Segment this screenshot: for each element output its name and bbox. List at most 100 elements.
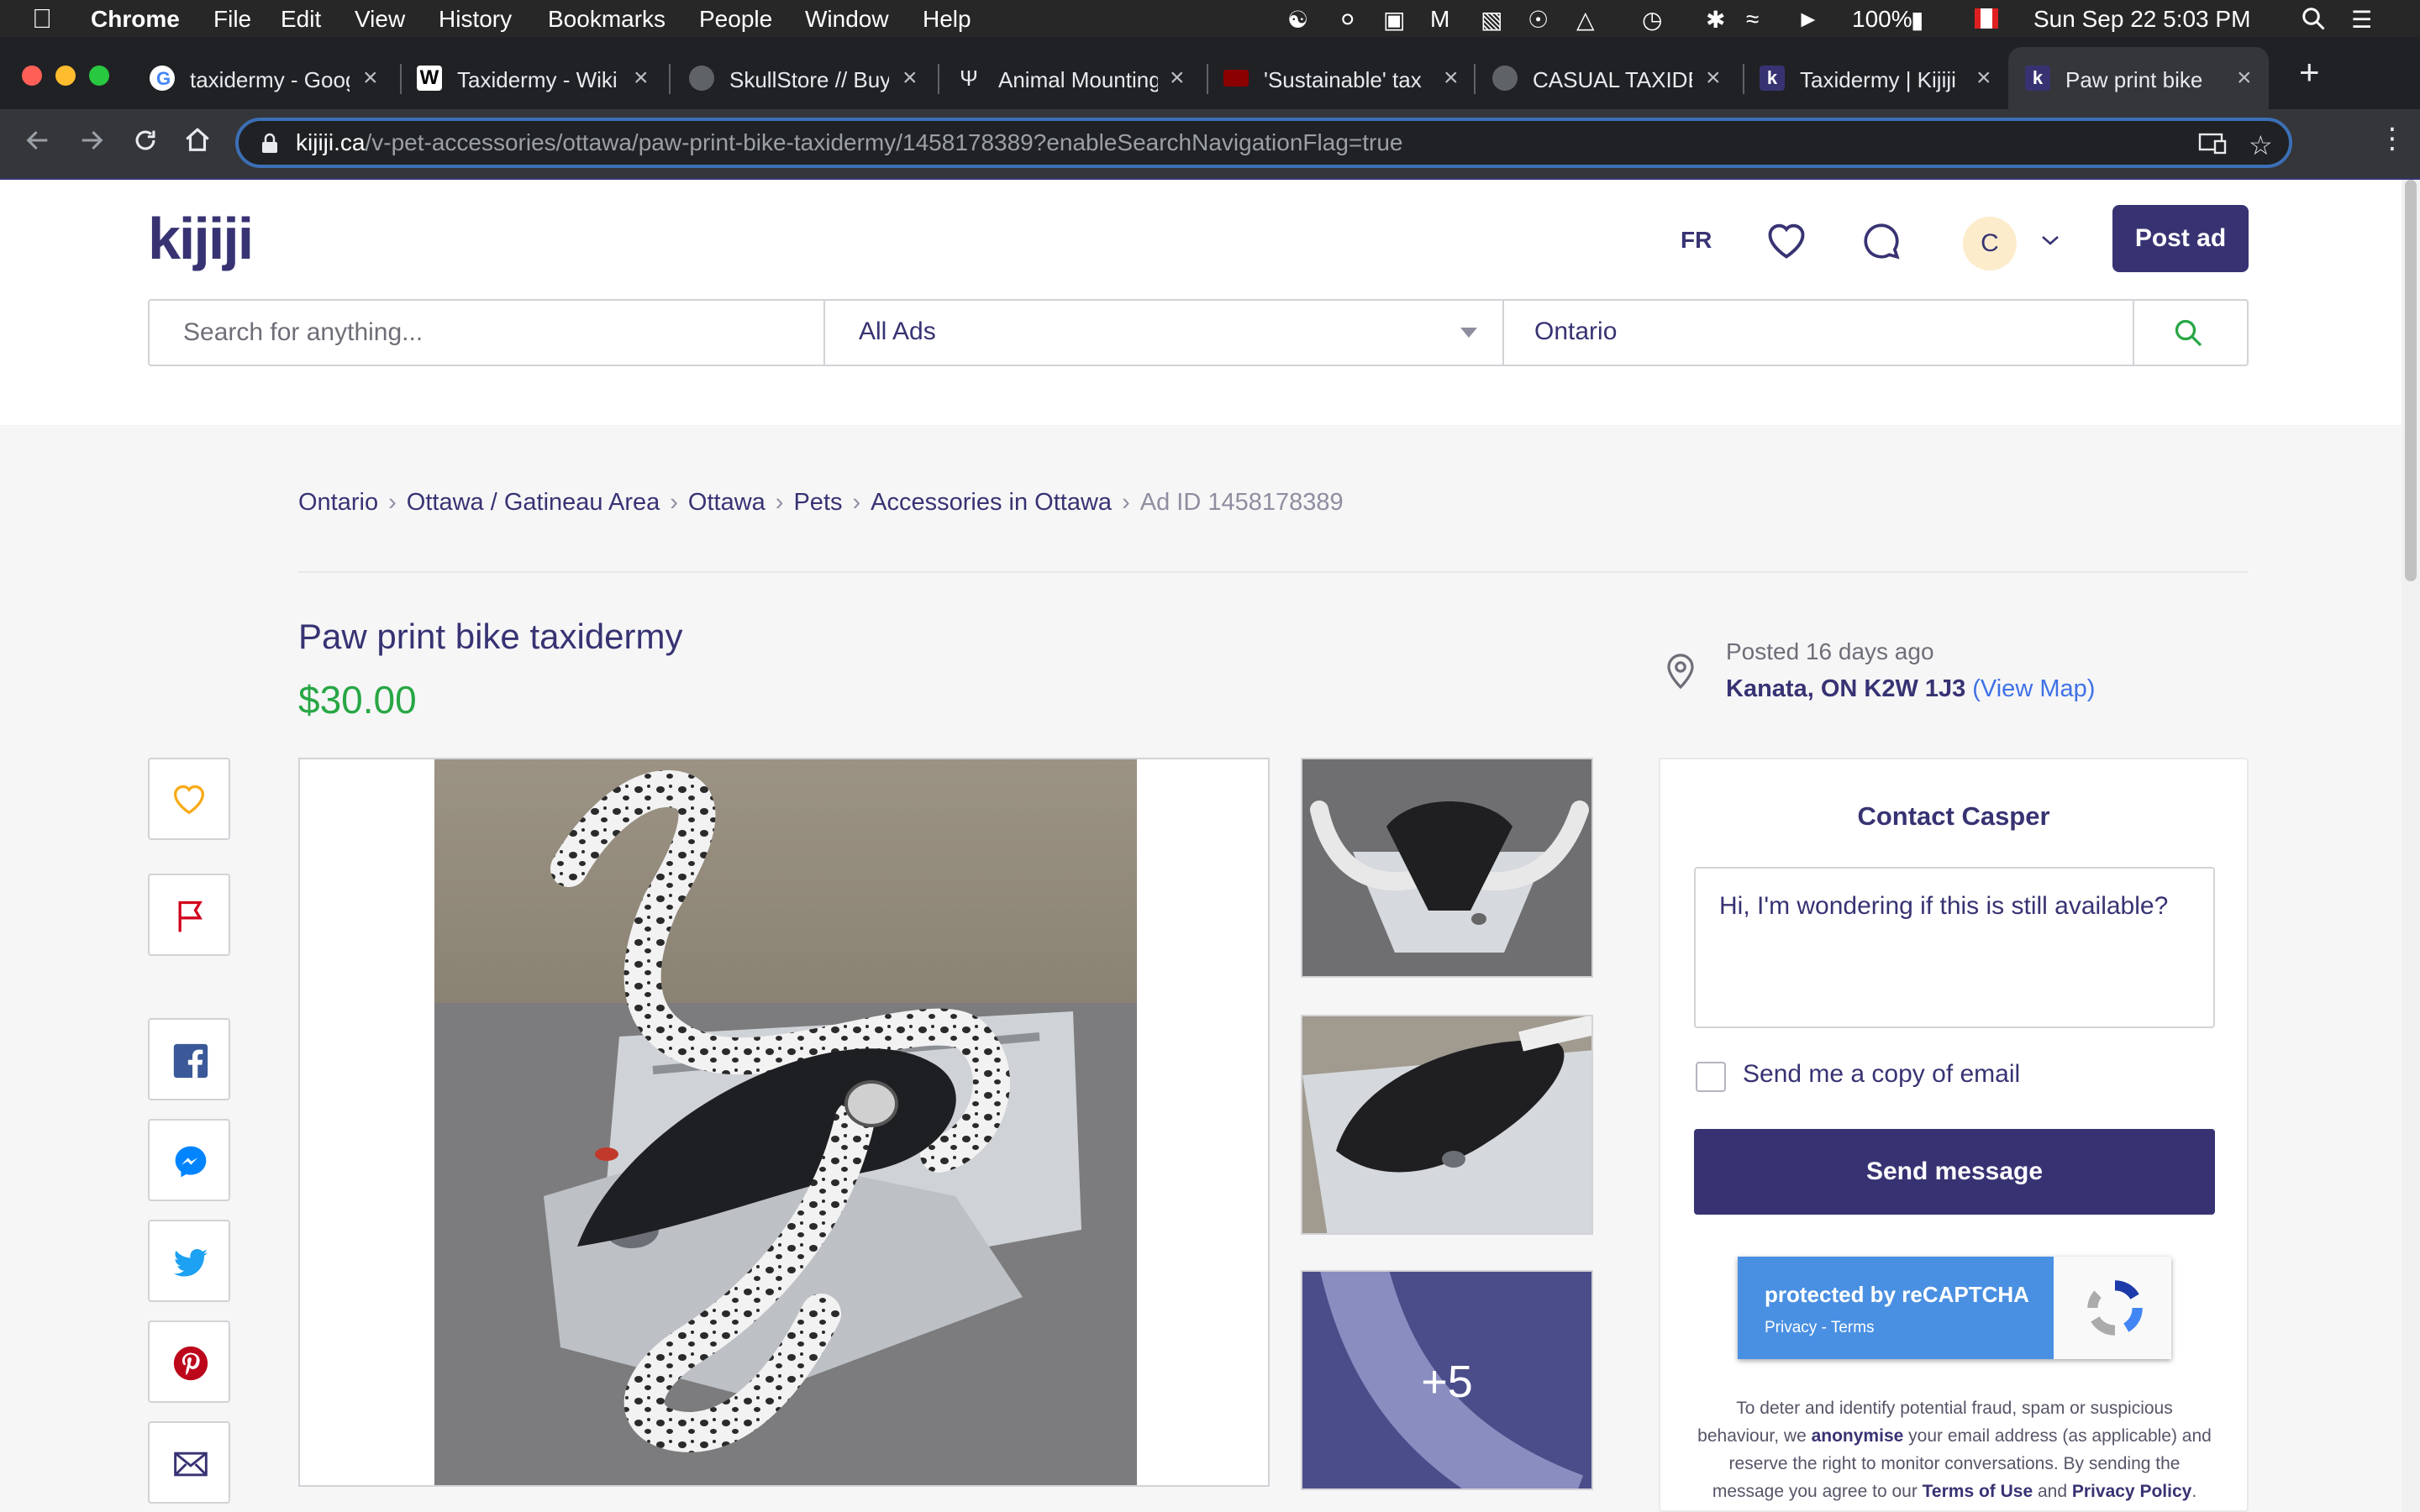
browser-tab[interactable]: CASUAL TAXIDE × — [1492, 47, 1741, 109]
tab-close-icon[interactable]: × — [1706, 64, 1721, 92]
breadcrumb: Ontario › Ottawa / Gatineau Area › Ottawa › Pe… — [298, 489, 1344, 517]
photo-thumbnail[interactable] — [1301, 1015, 1593, 1235]
lock-icon[interactable] — [260, 133, 279, 155]
airplay-icon[interactable]: △ — [1576, 6, 1595, 34]
menu-file[interactable]: File — [213, 6, 251, 33]
copy-email-label[interactable]: Send me a copy of email — [1743, 1060, 2020, 1089]
creative-cloud-icon[interactable]: ☯ — [1287, 6, 1308, 34]
share-messenger-button[interactable] — [148, 1119, 230, 1201]
menu-edit[interactable]: Edit — [281, 6, 321, 33]
copy-email-checkbox[interactable] — [1696, 1062, 1726, 1092]
display-icon[interactable]: ▣ — [1383, 6, 1405, 34]
breadcrumb-item[interactable]: Accessories in Ottawa — [871, 489, 1112, 516]
cast-icon[interactable] — [2198, 133, 2227, 155]
language-toggle[interactable]: FR — [1681, 227, 1712, 254]
post-ad-button[interactable]: Post ad — [2112, 205, 2249, 272]
tab-close-icon[interactable]: × — [1444, 64, 1459, 92]
address-bar[interactable]: kijiji.ca/v-pet-accessories/ottawa/paw-p… — [235, 118, 2292, 168]
globe-icon — [1492, 66, 1518, 91]
menu-people[interactable]: People — [699, 6, 772, 33]
recaptcha-label: protected by reCAPTCHA — [1765, 1282, 2029, 1307]
tab-close-icon[interactable]: × — [634, 64, 649, 92]
recaptcha-links[interactable]: Privacy - Terms — [1765, 1319, 1875, 1337]
message-textarea[interactable]: Hi, I'm wondering if this is still avail… — [1694, 867, 2215, 1028]
new-tab-icon[interactable]: + — [2299, 52, 2320, 114]
reload-icon[interactable] — [131, 126, 160, 155]
user-avatar[interactable]: C — [1963, 217, 2017, 270]
menu-window[interactable]: Window — [805, 6, 889, 33]
canada-flag-icon[interactable] — [1975, 8, 1998, 29]
accessibility-icon[interactable]: ☉ — [1528, 6, 1549, 34]
malwarebytes-icon[interactable]: M — [1430, 6, 1449, 33]
share-email-button[interactable] — [148, 1421, 230, 1504]
messages-chat-icon[interactable] — [1860, 220, 1902, 262]
time-machine-icon[interactable]: ◷ — [1642, 6, 1662, 34]
view-map-link[interactable]: (View Map) — [1972, 675, 2095, 702]
menu-bookmarks[interactable]: Bookmarks — [548, 6, 666, 33]
main-photo-frame[interactable] — [298, 758, 1270, 1487]
pdf-icon[interactable]: ▧ — [1481, 6, 1502, 34]
browser-tab-active[interactable]: k Paw print bike ta × — [2008, 47, 2269, 109]
menubar-clock[interactable]: Sun Sep 22 5:03 PM — [2033, 6, 2250, 33]
home-icon[interactable] — [183, 126, 212, 155]
main-photo[interactable] — [434, 759, 1137, 1485]
recaptcha-logo-icon — [2081, 1273, 2149, 1342]
scrollbar-thumb[interactable] — [2405, 180, 2417, 581]
search-icon[interactable] — [2173, 318, 2203, 348]
notification-center-icon[interactable]: ☰ — [2351, 6, 2372, 34]
terms-of-use-link[interactable]: Terms of Use — [1923, 1482, 2033, 1501]
forward-icon[interactable] — [77, 126, 106, 155]
kijiji-icon: k — [1760, 66, 1785, 91]
send-message-button[interactable]: Send message — [1694, 1129, 2215, 1215]
save-favourite-button[interactable] — [148, 758, 230, 840]
menu-history[interactable]: History — [439, 6, 512, 33]
wifi-icon[interactable]: ≈ — [1746, 6, 1759, 33]
battery-icon[interactable]: ▮ — [1911, 6, 1923, 34]
window-zoom-button[interactable] — [89, 66, 109, 86]
share-pinterest-button[interactable] — [148, 1320, 230, 1403]
sync-icon[interactable]: ⚪ — [1338, 6, 1357, 34]
breadcrumb-item[interactable]: Ontario — [298, 489, 378, 516]
tab-close-icon[interactable]: × — [1976, 64, 1991, 92]
browser-tab[interactable]: W Taxidermy - Wiki × — [417, 47, 666, 109]
bluetooth-icon[interactable]: ✱ — [1706, 6, 1725, 34]
search-input[interactable] — [150, 301, 825, 365]
apple-icon[interactable]:  — [32, 3, 52, 34]
favourites-heart-icon[interactable] — [1765, 220, 1808, 260]
battery-percent[interactable]: 100% — [1852, 6, 1912, 33]
tab-close-icon[interactable]: × — [902, 64, 918, 92]
browser-tab[interactable]: 'Sustainable' tax × — [1223, 47, 1472, 109]
browser-tab[interactable]: Ψ Animal Mounting × — [956, 47, 1205, 109]
share-facebook-button[interactable] — [148, 1018, 230, 1100]
account-chevron-down-icon[interactable] — [2040, 234, 2060, 247]
chrome-menu-icon[interactable]: ⋮ — [2378, 124, 2407, 153]
menu-view[interactable]: View — [355, 6, 405, 33]
breadcrumb-item[interactable]: Ottawa / Gatineau Area — [407, 489, 660, 516]
report-ad-button[interactable] — [148, 874, 230, 956]
breadcrumb-item[interactable]: Ottawa — [688, 489, 765, 516]
share-twitter-button[interactable] — [148, 1220, 230, 1302]
bookmark-star-icon[interactable]: ☆ — [2249, 129, 2273, 161]
tab-close-icon[interactable]: × — [363, 64, 378, 92]
window-close-button[interactable] — [22, 66, 42, 86]
window-minimize-button[interactable] — [55, 66, 76, 86]
back-icon[interactable] — [24, 126, 52, 155]
browser-tab[interactable]: G taxidermy - Goog × — [150, 47, 398, 109]
more-photos-thumbnail[interactable]: +5 — [1301, 1270, 1593, 1490]
photo-thumbnail[interactable] — [1301, 758, 1593, 978]
location-input[interactable]: Ontario — [1504, 301, 2134, 365]
menu-help[interactable]: Help — [923, 6, 971, 33]
browser-tab[interactable]: k Taxidermy | Kijiji × — [1760, 47, 2008, 109]
browser-tab-strip: G taxidermy - Goog × W Taxidermy - Wiki … — [0, 37, 2420, 109]
breadcrumb-item[interactable]: Pets — [793, 489, 842, 516]
browser-tab[interactable]: SkullStore // Buy × — [689, 47, 938, 109]
spotlight-search-icon[interactable] — [2301, 6, 2326, 31]
volume-icon[interactable]: ► — [1797, 6, 1820, 33]
page-scrollbar[interactable] — [2402, 180, 2420, 1512]
category-select[interactable]: All Ads — [825, 301, 1504, 365]
privacy-policy-link[interactable]: Privacy Policy — [2072, 1482, 2191, 1501]
tab-close-icon[interactable]: × — [2237, 64, 2252, 92]
menu-app-name[interactable]: Chrome — [91, 6, 180, 33]
kijiji-logo[interactable]: kijiji — [148, 205, 254, 272]
tab-close-icon[interactable]: × — [1170, 64, 1185, 92]
